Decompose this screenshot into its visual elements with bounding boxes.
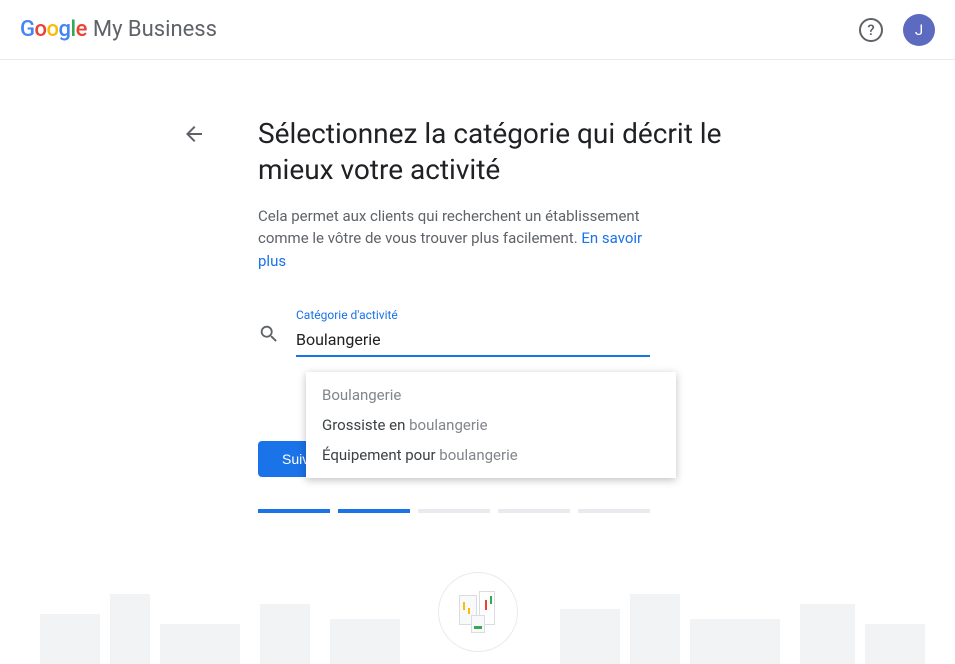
dropdown-item[interactable]: Grossiste en boulangerie <box>306 410 676 440</box>
autocomplete-dropdown: Boulangerie Grossiste en boulangerie Équ… <box>306 372 676 478</box>
dd-prefix: Grossiste en <box>322 416 409 434</box>
main-content: Sélectionnez la catégorie qui décrit le … <box>220 116 740 513</box>
page-description: Cela permet aux clients qui recherchent … <box>258 205 650 273</box>
avatar[interactable]: J <box>903 14 935 46</box>
shopping-bags-badge <box>438 572 518 652</box>
search-icon <box>258 323 280 357</box>
header-right: ? J <box>859 14 935 46</box>
progress-step <box>578 509 650 513</box>
progress-step <box>418 509 490 513</box>
dd-match: Boulangerie <box>322 386 401 404</box>
header-left: Google My Business <box>20 17 217 42</box>
header: Google My Business ? J <box>0 0 955 60</box>
page-title: Sélectionnez la catégorie qui décrit le … <box>220 116 740 189</box>
category-input-wrap: Catégorie d'activité Boulangerie Grossis… <box>258 308 650 357</box>
dropdown-item[interactable]: Boulangerie <box>306 380 676 410</box>
progress-bar <box>258 509 650 513</box>
category-field: Catégorie d'activité <box>296 308 650 357</box>
back-button[interactable] <box>182 122 206 146</box>
google-logo: Google <box>20 17 87 42</box>
footer-illustration <box>0 554 955 664</box>
dd-prefix: Équipement pour <box>322 446 439 464</box>
progress-step <box>498 509 570 513</box>
dropdown-item[interactable]: Équipement pour boulangerie <box>306 440 676 470</box>
avatar-initial: J <box>915 21 923 39</box>
category-input[interactable] <box>296 324 650 357</box>
help-icon[interactable]: ? <box>859 18 883 42</box>
help-glyph: ? <box>867 21 874 39</box>
dd-match: boulangerie <box>409 416 487 434</box>
product-name: My Business <box>93 17 217 42</box>
progress-step <box>338 509 410 513</box>
dd-match: boulangerie <box>439 446 517 464</box>
field-label: Catégorie d'activité <box>296 308 650 322</box>
progress-step <box>258 509 330 513</box>
arrow-left-icon <box>182 122 206 146</box>
